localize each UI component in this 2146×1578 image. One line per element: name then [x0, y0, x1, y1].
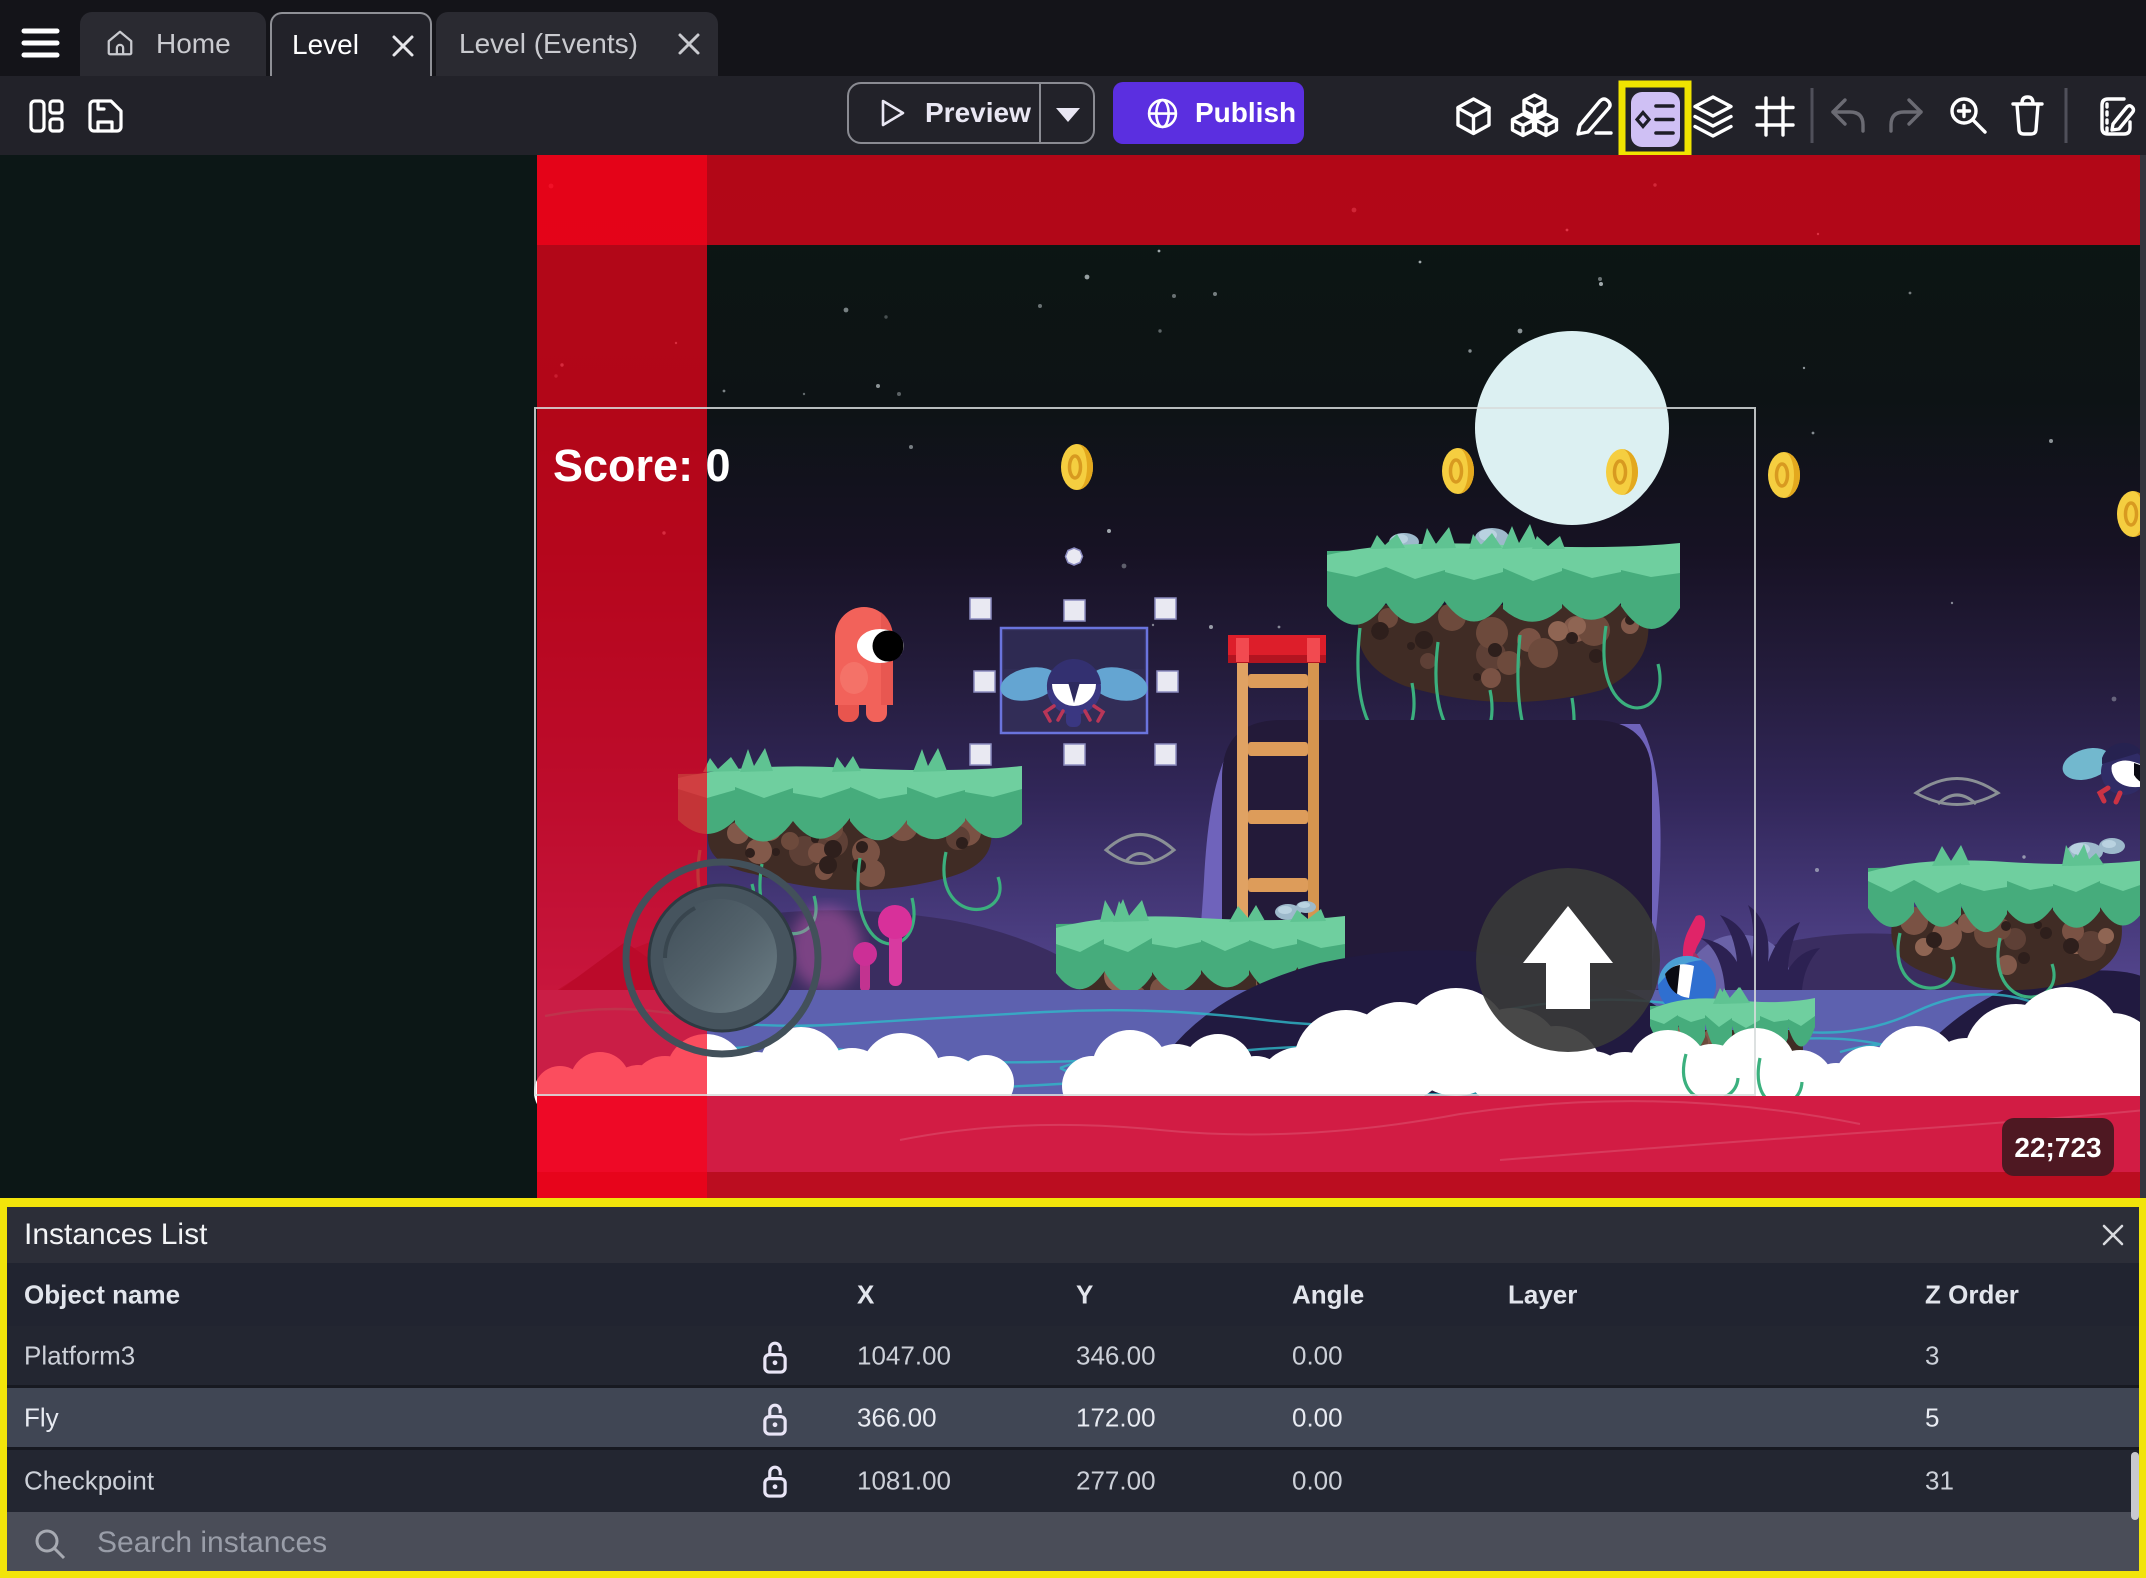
svg-text:22;723: 22;723 [2014, 1132, 2101, 1163]
svg-text:Score: 0: Score: 0 [553, 440, 731, 491]
